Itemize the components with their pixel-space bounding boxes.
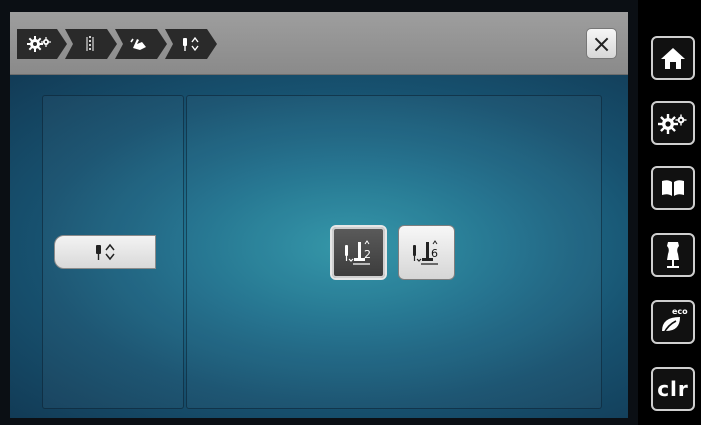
clear-button[interactable]: clr [651,367,695,411]
breadcrumb-needle[interactable] [165,29,217,59]
breadcrumb-hand[interactable] [115,29,167,59]
right-panel [186,95,602,409]
needle-position-mode-button[interactable] [54,235,156,269]
stitch-icon [77,35,103,53]
option-number: 6 [431,247,438,260]
close-button[interactable]: × [586,28,617,59]
clear-label: clr [657,377,689,401]
content-area: 2 6 [10,75,628,418]
right-sidebar: eco clr [638,0,701,425]
needle-presser-foot-icon [338,237,380,269]
needle-updown-icon [177,35,203,53]
eco-leaf-icon: eco [658,307,688,337]
breadcrumb [17,29,215,59]
gear-icon [27,35,53,53]
home-icon [660,46,686,70]
tutorial-button[interactable] [651,233,695,277]
home-button[interactable] [651,36,695,80]
top-bar: × [10,12,628,75]
option-number: 2 [364,248,371,261]
settings-icon [658,112,688,134]
breadcrumb-settings[interactable] [17,29,67,59]
needle-stop-option-2[interactable]: 2 [330,225,387,280]
dress-form-icon [662,240,684,270]
close-icon: × [591,29,612,58]
guide-button[interactable] [651,166,695,210]
needle-stop-option-6[interactable]: 6 [398,225,455,280]
needle-updown-icon [90,242,120,262]
breadcrumb-stitch[interactable] [65,29,117,59]
eco-label: eco [672,307,688,316]
needle-presser-foot-icon [406,237,448,269]
eco-button[interactable]: eco [651,300,695,344]
settings-button[interactable] [651,101,695,145]
book-icon [660,178,686,198]
main-screen: × 2 6 [0,0,638,425]
hand-icon [127,35,153,53]
